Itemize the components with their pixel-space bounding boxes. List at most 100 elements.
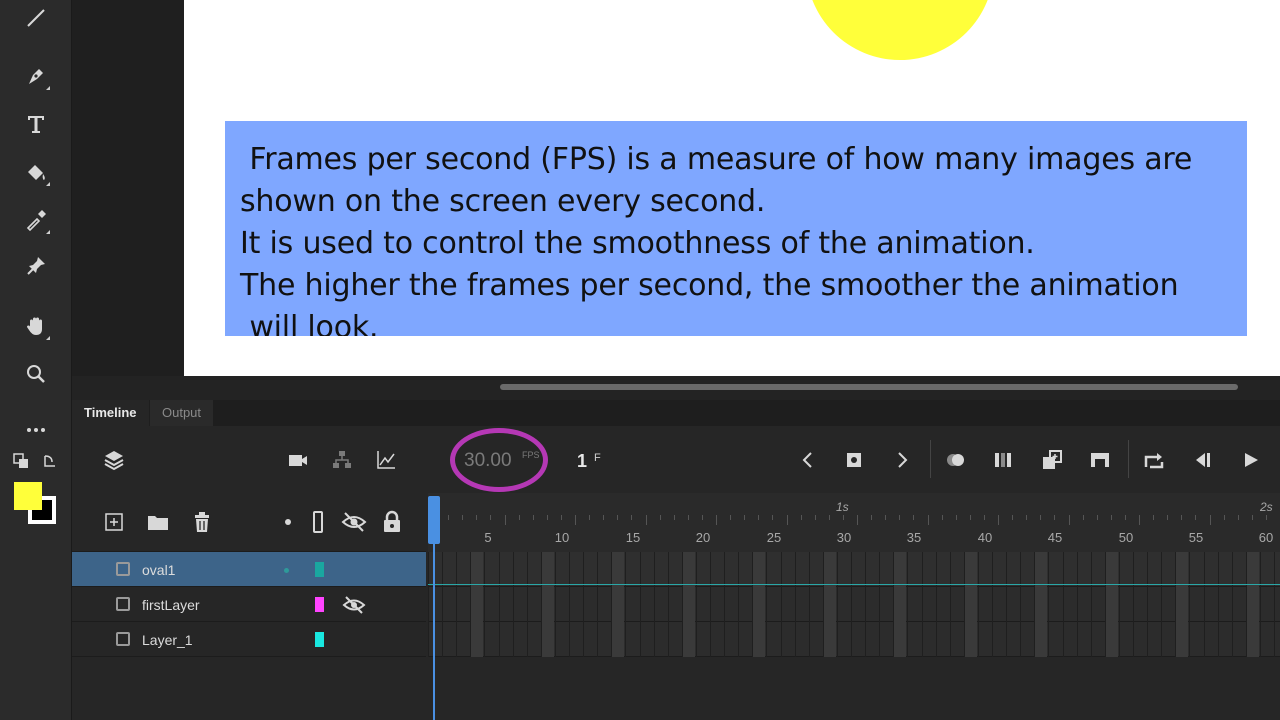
- frame-cell-major[interactable]: [965, 587, 977, 622]
- stage-scrollbar-thumb[interactable]: [500, 384, 1238, 390]
- frame-cell-major[interactable]: [683, 587, 695, 622]
- frame-cell-major[interactable]: [824, 587, 836, 622]
- frame-divider: [456, 552, 457, 587]
- frame-cell-major[interactable]: [1035, 552, 1047, 587]
- layer-name[interactable]: firstLayer: [142, 597, 200, 613]
- hand-tool-icon[interactable]: [20, 310, 52, 342]
- frame-row-oval1[interactable]: [428, 552, 1280, 587]
- frame-cell-major[interactable]: [683, 622, 695, 657]
- previous-keyframe-icon[interactable]: [794, 446, 822, 474]
- layer-color-swatch[interactable]: [315, 632, 324, 647]
- tab-timeline[interactable]: Timeline: [72, 400, 149, 426]
- fps-explanation-text[interactable]: Frames per second (FPS) is a measure of …: [225, 121, 1247, 336]
- layer-parenting-icon[interactable]: [328, 446, 356, 474]
- stage-canvas[interactable]: Frames per second (FPS) is a measure of …: [184, 0, 1280, 376]
- outline-icon[interactable]: [306, 508, 330, 536]
- frame-cell-major[interactable]: [471, 622, 483, 657]
- more-tools-icon[interactable]: [20, 414, 52, 446]
- onion-skin-icon[interactable]: [942, 446, 970, 474]
- graph-icon[interactable]: [372, 446, 400, 474]
- fill-color-swatch[interactable]: [14, 482, 42, 510]
- pin-tool-icon[interactable]: [20, 250, 52, 282]
- frame-cell-major[interactable]: [612, 552, 624, 587]
- frame-cell-major[interactable]: [1106, 587, 1118, 622]
- frame-cell-major[interactable]: [1176, 587, 1188, 622]
- paint-bucket-tool-icon[interactable]: [20, 156, 52, 188]
- loop-icon[interactable]: [1140, 446, 1168, 474]
- pen-tool-icon[interactable]: [20, 60, 52, 92]
- frame-cell-major[interactable]: [824, 622, 836, 657]
- swap-colors-icon[interactable]: [10, 450, 32, 472]
- frames-area[interactable]: 1s 2s 5 10 15 20 25 30 35 40 45 50 55 60: [428, 493, 1280, 720]
- frame-cell-major[interactable]: [471, 552, 483, 587]
- play-icon[interactable]: [1236, 446, 1264, 474]
- delete-layer-icon[interactable]: [188, 508, 216, 536]
- edit-multiple-frames-icon[interactable]: [990, 446, 1018, 474]
- visibility-toggle-icon[interactable]: [340, 508, 368, 536]
- frame-cell-major[interactable]: [1247, 587, 1259, 622]
- frame-cell-major[interactable]: [1106, 622, 1118, 657]
- frame-divider: [1218, 552, 1219, 587]
- insert-keyframe-icon[interactable]: [840, 446, 868, 474]
- step-backward-icon[interactable]: [1188, 446, 1216, 474]
- frame-cell-major[interactable]: [542, 587, 554, 622]
- frame-cell-major[interactable]: [1035, 587, 1047, 622]
- layer-row-layer-1[interactable]: Layer_1: [72, 622, 426, 657]
- insert-blank-keyframe-icon[interactable]: [1086, 446, 1114, 474]
- layer-color-swatch[interactable]: [315, 597, 324, 612]
- frame-cell-major[interactable]: [753, 552, 765, 587]
- frame-cell-major[interactable]: [753, 622, 765, 657]
- create-tween-icon[interactable]: [1038, 446, 1066, 474]
- frame-cell-major[interactable]: [894, 622, 906, 657]
- frame-cell-major[interactable]: [1247, 552, 1259, 587]
- layer-row-firstlayer[interactable]: firstLayer: [72, 587, 426, 622]
- frame-row-firstlayer[interactable]: [428, 587, 1280, 622]
- line-tool-icon[interactable]: [20, 2, 52, 34]
- new-folder-icon[interactable]: [144, 508, 172, 536]
- frame-divider: [766, 552, 767, 587]
- next-keyframe-icon[interactable]: [888, 446, 916, 474]
- frame-cell-major[interactable]: [542, 552, 554, 587]
- panel-tabs: Timeline Output: [72, 400, 1280, 426]
- timeline-ruler[interactable]: 1s 2s 5 10 15 20 25 30 35 40 45 50 55 60: [428, 493, 1280, 552]
- lock-icon[interactable]: [378, 508, 406, 536]
- eyedropper-tool-icon[interactable]: [20, 204, 52, 236]
- frame-cell-major[interactable]: [753, 587, 765, 622]
- layer-color-swatch[interactable]: [315, 562, 324, 577]
- layer-name[interactable]: Layer_1: [142, 632, 193, 648]
- frame-divider: [795, 622, 796, 657]
- layer-highlight-dot[interactable]: [284, 568, 289, 573]
- frame-cell-major[interactable]: [1247, 622, 1259, 657]
- highlight-dot-icon[interactable]: [276, 510, 300, 534]
- frame-cell-major[interactable]: [542, 622, 554, 657]
- current-frame-value[interactable]: 1: [577, 451, 587, 472]
- layer-row-oval1[interactable]: oval1: [72, 552, 426, 587]
- frame-cell-major[interactable]: [824, 552, 836, 587]
- frame-cell-major[interactable]: [965, 622, 977, 657]
- frame-cell-major[interactable]: [683, 552, 695, 587]
- frame-cell-major[interactable]: [471, 587, 483, 622]
- layer-name[interactable]: oval1: [142, 562, 175, 578]
- zoom-tool-icon[interactable]: [20, 358, 52, 390]
- frame-cell-major[interactable]: [1035, 622, 1047, 657]
- ruler-tick: [744, 515, 745, 520]
- camera-icon[interactable]: [284, 446, 312, 474]
- frame-row-layer-1[interactable]: [428, 622, 1280, 657]
- frame-cell-major[interactable]: [965, 552, 977, 587]
- fps-value[interactable]: 30.00: [464, 450, 512, 472]
- reset-colors-icon[interactable]: [38, 450, 60, 472]
- frame-cell-major[interactable]: [1106, 552, 1118, 587]
- playhead[interactable]: [428, 496, 440, 544]
- tab-output[interactable]: Output: [150, 400, 214, 426]
- frame-cell-major[interactable]: [894, 587, 906, 622]
- new-layer-icon[interactable]: [100, 508, 128, 536]
- text-tool-icon[interactable]: [20, 108, 52, 140]
- frame-cell-major[interactable]: [612, 622, 624, 657]
- layers-icon[interactable]: [100, 446, 128, 474]
- hidden-layer-icon[interactable]: [340, 593, 368, 617]
- frame-cell-major[interactable]: [612, 587, 624, 622]
- yellow-oval[interactable]: [806, 0, 994, 60]
- frame-cell-major[interactable]: [894, 552, 906, 587]
- frame-cell-major[interactable]: [1176, 552, 1188, 587]
- frame-cell-major[interactable]: [1176, 622, 1188, 657]
